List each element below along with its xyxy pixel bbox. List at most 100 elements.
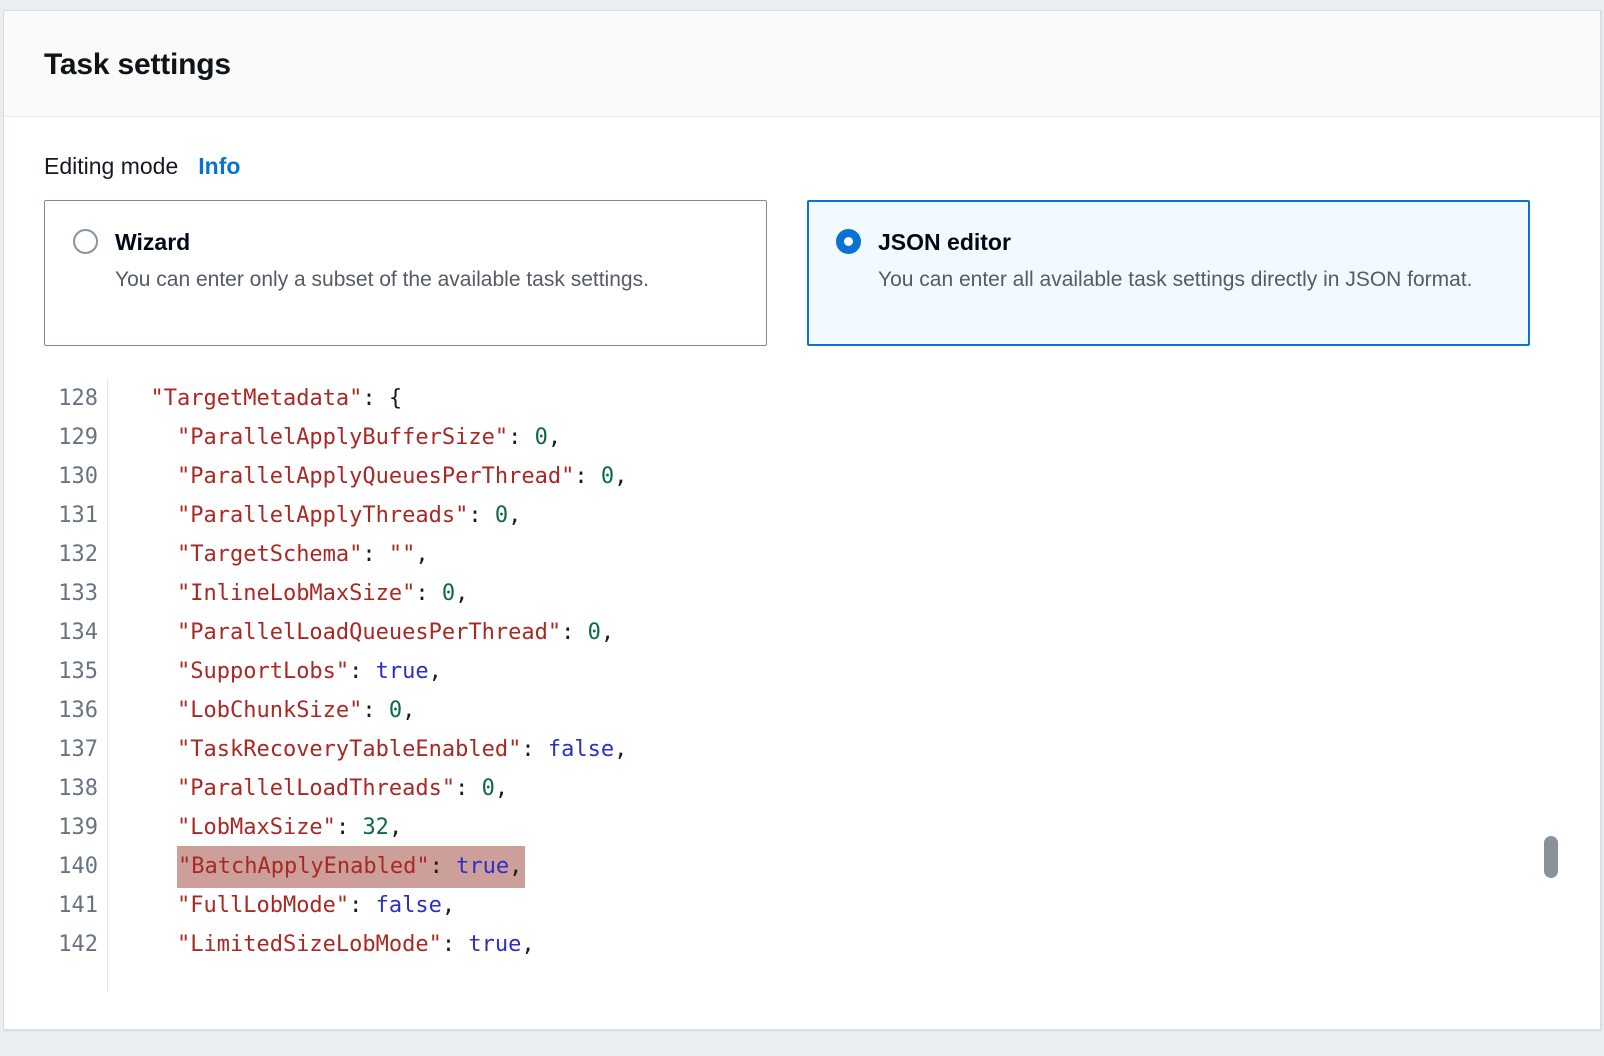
- code-token: :: [362, 698, 389, 723]
- code-token: :: [455, 776, 482, 801]
- line-number: 141: [44, 886, 108, 925]
- code-token: ,: [495, 776, 508, 801]
- code-content[interactable]: "TargetSchema": "",: [108, 535, 429, 574]
- code-token: false: [376, 893, 442, 918]
- code-token: "FullLobMode": [177, 893, 349, 918]
- code-line[interactable]: 138 "ParallelLoadThreads": 0,: [44, 769, 1560, 808]
- tile-json-editor-description: You can enter all available task setting…: [878, 261, 1473, 298]
- code-token: 0: [535, 425, 548, 450]
- code-content[interactable]: "TargetMetadata": {: [108, 379, 402, 418]
- code-content[interactable]: "ParallelLoadQueuesPerThread": 0,: [108, 613, 614, 652]
- highlighted-code: "BatchApplyEnabled": true,: [177, 846, 525, 888]
- tile-json-editor-title: JSON editor: [878, 223, 1473, 261]
- code-token: ,: [521, 932, 534, 957]
- json-code-editor[interactable]: 128 "TargetMetadata": {129 "ParallelAppl…: [44, 379, 1560, 992]
- code-line[interactable]: 130 "ParallelApplyQueuesPerThread": 0,: [44, 457, 1560, 496]
- info-link[interactable]: Info: [198, 153, 240, 180]
- line-number: 128: [44, 379, 108, 418]
- panel-body: Editing mode Info Wizard You can enter o…: [4, 117, 1600, 992]
- code-token: :: [349, 659, 376, 684]
- json-editor-radio-button[interactable]: [836, 229, 861, 254]
- line-number: 130: [44, 457, 108, 496]
- code-token: {: [389, 386, 402, 411]
- code-line[interactable]: 128 "TargetMetadata": {: [44, 379, 1560, 418]
- code-token: "LimitedSizeLobMode": [177, 932, 442, 957]
- code-line[interactable]: 136 "LobChunkSize": 0,: [44, 691, 1560, 730]
- tile-text: JSON editor You can enter all available …: [878, 223, 1473, 298]
- code-line[interactable]: 134 "ParallelLoadQueuesPerThread": 0,: [44, 613, 1560, 652]
- tile-wizard-title: Wizard: [115, 223, 649, 261]
- editor-scrollbar-thumb[interactable]: [1544, 836, 1558, 878]
- code-line[interactable]: 132 "TargetSchema": "",: [44, 535, 1560, 574]
- code-token: "BatchApplyEnabled": [178, 854, 430, 879]
- code-line[interactable]: 135 "SupportLobs": true,: [44, 652, 1560, 691]
- code-token: ,: [429, 659, 442, 684]
- code-content[interactable]: "InlineLobMaxSize": 0,: [108, 574, 468, 613]
- tile-wizard[interactable]: Wizard You can enter only a subset of th…: [44, 200, 767, 346]
- code-content[interactable]: "ParallelApplyBufferSize": 0,: [108, 418, 561, 457]
- code-token: 0: [389, 698, 402, 723]
- line-number: 131: [44, 496, 108, 535]
- editing-mode-label: Editing mode: [44, 153, 178, 180]
- code-token: true: [468, 932, 521, 957]
- line-number: 142: [44, 925, 108, 964]
- code-content[interactable]: "ParallelLoadThreads": 0,: [108, 769, 508, 808]
- code-token: ,: [402, 698, 415, 723]
- code-token: ,: [614, 737, 627, 762]
- code-token: "TaskRecoveryTableEnabled": [177, 737, 521, 762]
- line-number: 129: [44, 418, 108, 457]
- code-token: "ParallelLoadThreads": [177, 776, 455, 801]
- code-token: 0: [601, 464, 614, 489]
- code-line[interactable]: 141 "FullLobMode": false,: [44, 886, 1560, 925]
- page-title: Task settings: [44, 48, 1560, 82]
- code-token: true: [376, 659, 429, 684]
- code-token: :: [468, 503, 495, 528]
- code-line[interactable]: 131 "ParallelApplyThreads": 0,: [44, 496, 1560, 535]
- code-token: :: [561, 620, 588, 645]
- code-line[interactable]: 139 "LobMaxSize": 32,: [44, 808, 1560, 847]
- code-content[interactable]: "SupportLobs": true,: [108, 652, 442, 691]
- code-content[interactable]: "FullLobMode": false,: [108, 886, 455, 925]
- editing-mode-tiles: Wizard You can enter only a subset of th…: [44, 200, 1530, 346]
- code-line[interactable]: 137 "TaskRecoveryTableEnabled": false,: [44, 730, 1560, 769]
- code-token: ,: [442, 893, 455, 918]
- code-token: :: [508, 425, 535, 450]
- code-token: 0: [495, 503, 508, 528]
- code-token: "LobChunkSize": [177, 698, 362, 723]
- code-token: 0: [442, 581, 455, 606]
- line-number: 135: [44, 652, 108, 691]
- code-token: :: [349, 893, 376, 918]
- code-token: ,: [389, 815, 402, 840]
- code-line[interactable]: 129 "ParallelApplyBufferSize": 0,: [44, 418, 1560, 457]
- code-token: ,: [548, 425, 561, 450]
- line-number: [44, 964, 108, 992]
- line-number: 137: [44, 730, 108, 769]
- line-number: 138: [44, 769, 108, 808]
- code-token: false: [548, 737, 614, 762]
- code-content[interactable]: "ParallelApplyThreads": 0,: [108, 496, 521, 535]
- code-token: "ParallelApplyQueuesPerThread": [177, 464, 574, 489]
- code-line[interactable]: 142 "LimitedSizeLobMode": true,: [44, 925, 1560, 964]
- code-token: 0: [588, 620, 601, 645]
- code-content[interactable]: "ParallelApplyQueuesPerThread": 0,: [108, 457, 627, 496]
- code-content[interactable]: "LobMaxSize": 32,: [108, 808, 402, 847]
- wizard-radio-button[interactable]: [73, 229, 98, 254]
- editing-mode-row: Editing mode Info: [44, 153, 1560, 180]
- code-content[interactable]: "TaskRecoveryTableEnabled": false,: [108, 730, 627, 769]
- code-content[interactable]: "BatchApplyEnabled": true,: [108, 847, 525, 886]
- code-token: "TargetMetadata": [151, 386, 363, 411]
- tile-json-editor[interactable]: JSON editor You can enter all available …: [807, 200, 1530, 346]
- line-number: 132: [44, 535, 108, 574]
- code-token: :: [521, 737, 548, 762]
- code-line[interactable]: 140 "BatchApplyEnabled": true,: [44, 847, 1560, 886]
- code-content[interactable]: "LimitedSizeLobMode": true,: [108, 925, 535, 964]
- code-token: :: [415, 581, 442, 606]
- code-token: 32: [362, 815, 389, 840]
- task-settings-panel: Task settings Editing mode Info Wizard Y…: [3, 10, 1601, 1030]
- code-content[interactable]: "LobChunkSize": 0,: [108, 691, 415, 730]
- code-token: "ParallelLoadQueuesPerThread": [177, 620, 561, 645]
- code-line[interactable]: 133 "InlineLobMaxSize": 0,: [44, 574, 1560, 613]
- code-token: ,: [509, 854, 522, 879]
- tile-text: Wizard You can enter only a subset of th…: [115, 223, 649, 298]
- code-token: ,: [508, 503, 521, 528]
